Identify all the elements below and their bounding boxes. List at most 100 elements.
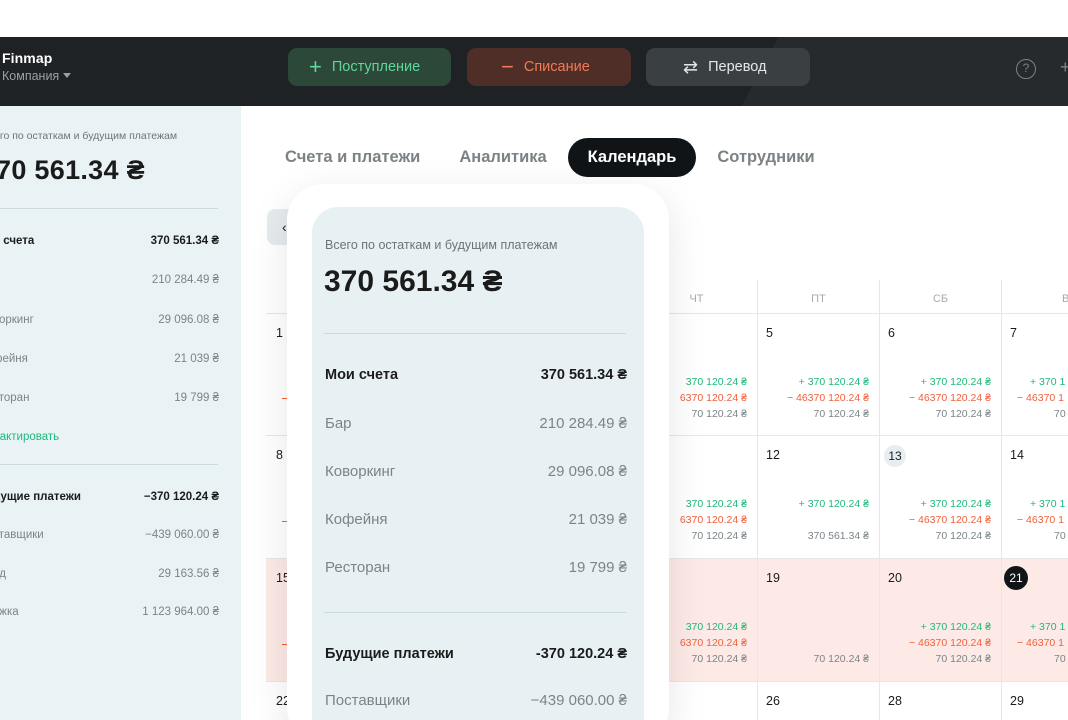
tab-employees[interactable]: Сотрудники bbox=[717, 148, 814, 167]
calendar-day-cell[interactable]: 14 + 370 1 − 46370 1 70 1 bbox=[1002, 436, 1068, 559]
tab-analytics[interactable]: Аналитика bbox=[459, 148, 546, 167]
calendar-header-cell: ВС bbox=[1002, 280, 1068, 314]
sidebar-account-value: 29 096.08 ₴ bbox=[158, 314, 219, 326]
expense-amount: 6370 120.24 ₴ bbox=[679, 392, 747, 404]
transfer-button-label: Перевод bbox=[708, 59, 767, 75]
sidebar-future-row-value: 1 123 964.00 ₴ bbox=[142, 606, 219, 618]
balance-amount: 70 120.24 ₴ bbox=[813, 408, 869, 420]
card-future-row-label: Поставщики bbox=[325, 692, 411, 709]
sidebar-total-caption: его по остаткам и будущим платежам bbox=[0, 130, 178, 142]
sidebar-future-row-label: ставщики bbox=[0, 529, 44, 541]
income-amount: + 370 1 bbox=[1030, 621, 1066, 633]
sidebar-accounts-label: и счета bbox=[0, 235, 35, 247]
sidebar-account-value: 19 799 ₴ bbox=[174, 392, 219, 404]
company-selector[interactable]: Компания bbox=[2, 69, 72, 83]
calendar-day-cell[interactable]: 5 + 370 120.24 ₴ − 46370 120.24 ₴ 70 120… bbox=[758, 314, 880, 436]
day-number: 1 bbox=[276, 326, 283, 340]
card-account-value: 19 799 ₴ bbox=[568, 559, 627, 576]
day-number: 28 bbox=[888, 694, 902, 708]
sidebar-future-row-label: яд bbox=[0, 568, 6, 580]
calendar-day-cell[interactable]: 13 + 370 120.24 ₴ − 46370 120.24 ₴ 70 12… bbox=[880, 436, 1002, 559]
brand-block[interactable]: Finmap Компания bbox=[2, 50, 72, 83]
expense-button[interactable]: − Списание bbox=[467, 48, 631, 86]
balance-amount: 70 120.24 ₴ bbox=[691, 530, 747, 542]
chevron-down-icon bbox=[63, 73, 72, 78]
calendar-day-cell[interactable]: 12 + 370 120.24 ₴ 370 561.34 ₴ bbox=[758, 436, 880, 559]
expense-amount: − 46370 120.24 ₴ bbox=[908, 392, 991, 404]
balance-amount: 70 120.24 ₴ bbox=[813, 653, 869, 665]
income-amount: + 370 1 bbox=[1030, 376, 1066, 388]
sidebar-account-label: сторан bbox=[0, 392, 30, 404]
tab-calendar[interactable]: Календарь bbox=[567, 137, 697, 177]
card-future-row-value: −439 060.00 ₴ bbox=[530, 692, 627, 709]
day-number: 29 bbox=[1010, 694, 1024, 708]
help-icon[interactable]: ? bbox=[1016, 59, 1036, 79]
calendar-day-cell[interactable]: 26 bbox=[758, 682, 880, 720]
expense-amount: − 46370 1 bbox=[1017, 514, 1065, 526]
expense-amount: − 46370 1 bbox=[1017, 392, 1065, 404]
day-number: 14 bbox=[1010, 448, 1024, 462]
balances-card: Всего по остаткам и будущим платежам 370… bbox=[312, 207, 644, 720]
calendar-day-cell[interactable]: 20 + 370 120.24 ₴ − 46370 120.24 ₴ 70 12… bbox=[880, 559, 1002, 682]
sidebar-account-value: 21 039 ₴ bbox=[174, 353, 219, 365]
weekday-label: ВС bbox=[1062, 293, 1068, 305]
income-button-label: Поступление bbox=[331, 59, 421, 75]
balance-amount: 70 1 bbox=[1054, 408, 1068, 420]
card-total-value: 370 561.34 ₴ bbox=[324, 265, 503, 298]
balance-amount: 70 1 bbox=[1054, 653, 1068, 665]
income-amount: 370 120.24 ₴ bbox=[685, 621, 747, 633]
card-account-value: 210 284.49 ₴ bbox=[539, 415, 627, 432]
weekday-label: СБ bbox=[932, 293, 949, 305]
calendar-header-cell: СБ bbox=[880, 280, 1002, 314]
card-accounts-label: Мои счета bbox=[325, 367, 399, 383]
income-button[interactable]: + Поступление bbox=[288, 48, 451, 86]
day-number: 19 bbox=[766, 571, 780, 585]
balance-amount: 70 120.24 ₴ bbox=[691, 653, 747, 665]
calendar-day-cell[interactable]: 29 bbox=[1002, 682, 1068, 720]
calendar-day-cell[interactable]: 6 + 370 120.24 ₴ − 46370 120.24 ₴ 70 120… bbox=[880, 314, 1002, 436]
balances-sidebar: его по остаткам и будущим платежам 70 56… bbox=[0, 106, 241, 720]
expense-amount: − 46370 1 bbox=[1017, 637, 1065, 649]
expense-amount: − 46370 120.24 ₴ bbox=[908, 637, 991, 649]
income-amount: + 370 120.24 ₴ bbox=[920, 376, 991, 388]
card-account-label: Бар bbox=[325, 415, 352, 432]
balance-amount: 70 120.24 ₴ bbox=[691, 408, 747, 420]
transfer-button[interactable]: ⇄ Перевод bbox=[646, 48, 810, 86]
expense-amount: − 46370 120.24 ₴ bbox=[908, 514, 991, 526]
day-number: 7 bbox=[1010, 326, 1017, 340]
sidebar-future-row-value: −439 060.00 ₴ bbox=[145, 529, 219, 541]
day-number: 26 bbox=[766, 694, 780, 708]
sidebar-accounts-value: 370 561.34 ₴ bbox=[150, 235, 219, 247]
day-number: 12 bbox=[766, 448, 780, 462]
income-amount: 370 120.24 ₴ bbox=[685, 498, 747, 510]
transfer-arrows-icon: ⇄ bbox=[683, 57, 699, 77]
weekday-label: ПТ bbox=[811, 293, 826, 305]
company-label: Компания bbox=[2, 69, 60, 83]
day-number: 8 bbox=[276, 448, 283, 462]
sidebar-total-value: 70 561.34 ₴ bbox=[0, 155, 145, 185]
expense-button-label: Списание bbox=[523, 59, 590, 75]
app-name: Finmap bbox=[2, 50, 53, 66]
sidebar-future-row-label: ежка bbox=[0, 606, 19, 618]
income-amount: + 370 120.24 ₴ bbox=[798, 498, 869, 510]
calendar-day-cell[interactable]: 19 70 120.24 ₴ bbox=[758, 559, 880, 682]
divider bbox=[0, 208, 218, 209]
calendar-day-cell[interactable]: 21 + 370 1 − 46370 1 70 1 bbox=[1002, 559, 1068, 682]
day-number: 20 bbox=[888, 571, 902, 585]
add-icon[interactable]: + bbox=[1060, 57, 1068, 78]
app-screen: Finmap Компания + Поступление − Списание… bbox=[0, 0, 1068, 720]
card-future-value: -370 120.24 ₴ bbox=[535, 646, 627, 662]
income-amount: + 370 120.24 ₴ bbox=[798, 376, 869, 388]
sidebar-future-value: −370 120.24 ₴ bbox=[143, 491, 219, 503]
calendar-day-cell[interactable]: 28 bbox=[880, 682, 1002, 720]
card-accounts-value: 370 561.34 ₴ bbox=[540, 367, 627, 383]
balance-amount: 370 561.34 ₴ bbox=[807, 530, 869, 542]
sidebar-account-value: 210 284.49 ₴ bbox=[151, 274, 219, 286]
calendar-day-cell[interactable]: 7 + 370 1 − 46370 1 70 1 bbox=[1002, 314, 1068, 436]
income-amount: + 370 1 bbox=[1030, 498, 1066, 510]
sidebar-future-row-value: 29 163.56 ₴ bbox=[158, 568, 219, 580]
calendar-header-cell: ПТ bbox=[758, 280, 880, 314]
main-tabs: Счета и платежи Аналитика Календарь Сотр… bbox=[285, 137, 854, 177]
tab-accounts-payments[interactable]: Счета и платежи bbox=[285, 148, 420, 167]
day-number-selected: 21 bbox=[1004, 566, 1028, 590]
